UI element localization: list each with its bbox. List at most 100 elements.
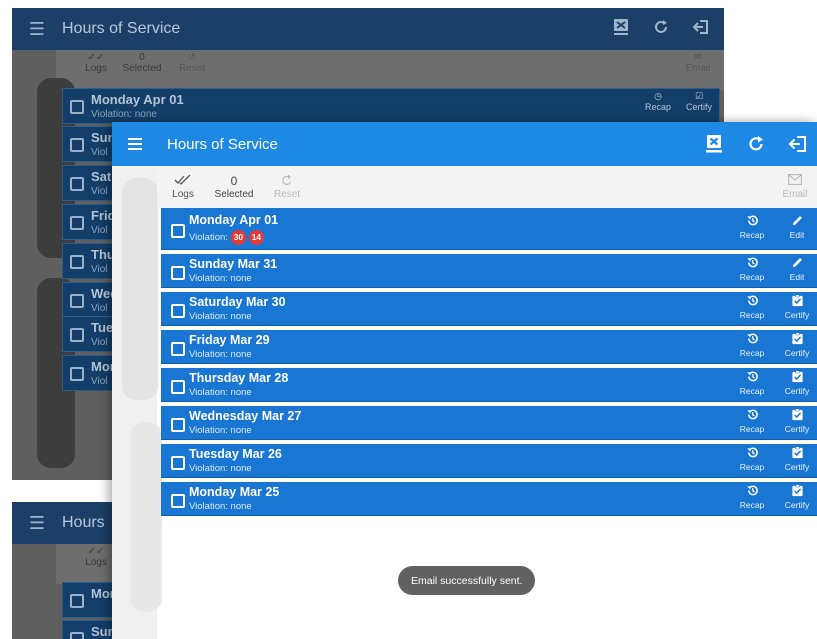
violation-badge[interactable]: 14 (248, 230, 264, 245)
refresh-icon[interactable] (745, 133, 767, 155)
recap-button[interactable]: Recap (735, 332, 769, 358)
undo-icon: ↺ (187, 52, 197, 63)
recap-button[interactable]: Recap (735, 370, 769, 396)
clipboard-check-icon (791, 484, 804, 499)
export-device-icon (612, 18, 630, 41)
email-button[interactable]: Email (775, 166, 815, 208)
background-row-violation: Viol (91, 303, 108, 314)
certify-label: Certify (784, 424, 810, 434)
background-logs-label-2: Logs (85, 557, 107, 568)
logs-label: Logs (172, 188, 194, 200)
double-check-icon (174, 174, 192, 188)
violation-label: Violation: none (189, 425, 252, 436)
edit-button[interactable]: Edit (780, 214, 814, 240)
log-row[interactable]: Tuesday Mar 26 Violation: none Recap Certif… (161, 444, 817, 478)
background-row-violation: Viol (91, 337, 108, 348)
background-log-row: Monday Apr 01 Violation: none ◷ Recap ☑ … (62, 88, 720, 124)
checkbox (70, 138, 84, 152)
certify-button[interactable]: Certify (780, 370, 814, 396)
history-icon (746, 484, 759, 499)
selected-label: Selected (214, 188, 254, 200)
background-certify-button: ☑ Certify (681, 91, 717, 112)
history-icon: ◷ (654, 91, 662, 101)
log-date: Wednesday Mar 27 (189, 409, 302, 423)
background-logs-button-2: ✓✓ Logs (76, 546, 116, 568)
recap-button[interactable]: Recap (735, 408, 769, 434)
background-row-date: Monday Apr 01 (91, 92, 184, 107)
email-label: Email (782, 188, 808, 200)
violation-status: Violation: none (189, 311, 252, 322)
clipboard-check-icon (791, 446, 804, 461)
row-checkbox[interactable] (171, 266, 185, 280)
log-row[interactable]: Monday Mar 25 Violation: none Recap Certify (161, 482, 817, 516)
log-row[interactable]: Friday Mar 29 Violation: none Recap Certify (161, 330, 817, 364)
row-checkbox[interactable] (171, 456, 185, 470)
log-row[interactable]: Sunday Mar 31 Violation: none Recap Edit (161, 254, 817, 288)
reset-button[interactable]: Reset (265, 166, 309, 208)
envelope-icon (788, 173, 802, 188)
hours-of-service-screen: Hours of Service Logs 0 Selected Reset E… (112, 122, 817, 639)
edit-label: Edit (789, 272, 805, 282)
log-row[interactable]: Thursday Mar 28 Violation: none Recap Certi… (161, 368, 817, 402)
recap-label: Recap (739, 386, 765, 396)
recap-label: Recap (739, 500, 765, 510)
background-row-violation: Violation: none (91, 109, 157, 120)
log-row[interactable]: Wednesday Mar 27 Violation: none Recap Cert… (161, 406, 817, 440)
row-checkbox[interactable] (171, 342, 185, 356)
history-icon (746, 446, 759, 461)
recap-label: Recap (739, 424, 765, 434)
violation-status: Violation: none (189, 273, 252, 284)
recap-button[interactable]: Recap (735, 214, 769, 240)
edit-label: Edit (789, 230, 805, 240)
log-date: Monday Mar 25 (189, 485, 280, 499)
clipboard-check-icon (791, 370, 804, 385)
recap-button[interactable]: Recap (735, 294, 769, 320)
checkbox (70, 367, 84, 381)
log-date: Monday Apr 01 (189, 213, 279, 227)
edit-button[interactable]: Edit (780, 256, 814, 282)
log-toolbar: Logs 0 Selected Reset Email (157, 166, 817, 208)
checkbox (70, 632, 84, 639)
recap-button[interactable]: Recap (735, 446, 769, 472)
background-toolbar: ✓✓ Logs 0 Selected ↺ Reset ✉ Email (56, 50, 724, 90)
background-selected-count: 0 (139, 52, 145, 63)
certify-label: Certify (784, 500, 810, 510)
checkbox (70, 177, 84, 191)
log-row[interactable]: Saturday Mar 30 Violation: none Recap Certi… (161, 292, 817, 326)
certify-button[interactable]: Certify (780, 484, 814, 510)
background-app-title: Hours of Service (62, 20, 181, 37)
recap-label: Recap (739, 272, 765, 282)
hamburger-menu-icon[interactable] (112, 138, 158, 150)
background-logs-button: ✓✓ Logs (76, 52, 116, 74)
log-row[interactable]: Monday Apr 01 Violation: 30 14 Recap Edit (161, 208, 817, 250)
side-shape (122, 178, 158, 400)
row-checkbox[interactable] (171, 494, 185, 508)
certify-button[interactable]: Certify (780, 446, 814, 472)
checkbox (70, 216, 84, 230)
certify-button[interactable]: Certify (780, 332, 814, 358)
row-checkbox[interactable] (171, 304, 185, 318)
logs-button[interactable]: Logs (163, 166, 203, 208)
violation-status: Violation: none (189, 387, 252, 398)
history-icon (746, 294, 759, 309)
violation-label: Violation: none (189, 387, 252, 398)
certify-button[interactable]: Certify (780, 294, 814, 320)
recap-button[interactable]: Recap (735, 256, 769, 282)
background-reset-label: Reset (178, 63, 206, 74)
background-recap-button: ◷ Recap (641, 91, 675, 112)
logout-icon[interactable] (787, 133, 809, 155)
background-app-title-2: Hours (62, 514, 105, 531)
certify-button[interactable]: Certify (780, 408, 814, 434)
clipboard-check-icon (791, 332, 804, 347)
background-row-violation: Viol (91, 147, 108, 158)
violation-badge[interactable]: 30 (230, 230, 246, 245)
violation-status: Violation: none (189, 349, 252, 360)
row-checkbox[interactable] (171, 380, 185, 394)
selected-count: 0 (230, 173, 238, 188)
recap-button[interactable]: Recap (735, 484, 769, 510)
export-device-icon[interactable] (703, 133, 725, 155)
row-checkbox[interactable] (171, 418, 185, 432)
row-checkbox[interactable] (171, 224, 185, 238)
background-row-violation: Viol (91, 376, 108, 387)
certify-label: Certify (784, 462, 810, 472)
